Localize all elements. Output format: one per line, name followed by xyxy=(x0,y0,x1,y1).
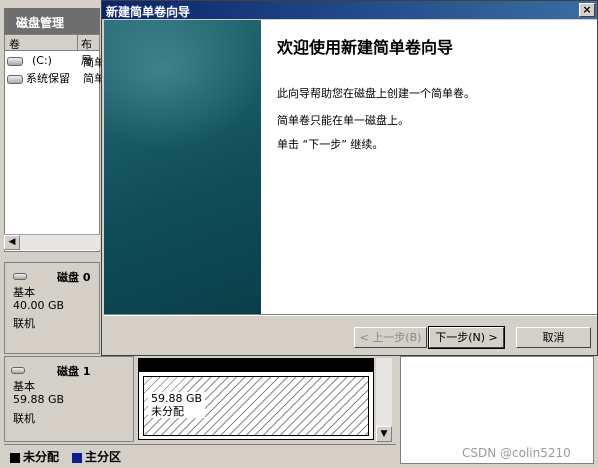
close-button[interactable]: × xyxy=(579,3,595,17)
watermark: CSDN @colin5210 xyxy=(462,446,571,460)
volume-list-header: 卷 布局 xyxy=(5,35,99,67)
legend-label: 主分区 xyxy=(85,450,122,464)
vertical-scrollbar[interactable]: ▼ xyxy=(376,358,392,442)
next-button[interactable]: 下一步(N) > xyxy=(428,326,505,349)
unallocated-size: 59.88 GB xyxy=(151,392,203,405)
disk-1-type: 基本 xyxy=(13,380,35,393)
legend-item-primary: 主分区 xyxy=(72,448,121,465)
wizard-heading: 欢迎使用新建简单卷向导 xyxy=(277,38,454,57)
disk-0-status: 联机 xyxy=(13,317,35,330)
unallocated-partition[interactable]: 59.88 GB 未分配 xyxy=(138,358,374,440)
horizontal-scrollbar[interactable]: ◀ xyxy=(4,234,100,250)
volume-list[interactable]: 卷 布局 (C:) 简单 系统保留 简单 xyxy=(4,34,105,252)
volume-name: 系统保留 xyxy=(26,72,70,85)
drive-icon xyxy=(7,74,23,84)
disk-1-status: 联机 xyxy=(13,412,35,425)
wizard-separator xyxy=(104,314,597,316)
scroll-down-arrow-icon[interactable]: ▼ xyxy=(376,426,392,442)
back-button[interactable]: < 上一步(B) xyxy=(354,327,427,348)
legend-label: 未分配 xyxy=(23,450,60,464)
disk-0-panel[interactable]: 磁盘 0 基本 40.00 GB 联机 xyxy=(4,262,100,354)
scroll-left-arrow-icon[interactable]: ◀ xyxy=(4,235,20,250)
disk-0-size: 40.00 GB xyxy=(13,299,65,312)
volume-row[interactable]: 系统保留 简单 xyxy=(7,70,105,86)
wizard-content: 欢迎使用新建简单卷向导 此向导帮助您在磁盘上创建一个简单卷。 简单卷只能在单一磁… xyxy=(261,20,597,314)
disk-icon xyxy=(11,367,25,374)
unallocated-header-bar xyxy=(139,359,373,372)
legend: 未分配 主分区 xyxy=(4,444,396,464)
unallocated-info: 59.88 GB 未分配 xyxy=(148,392,206,418)
wizard-title-bar[interactable]: 新建简单卷向导 xyxy=(102,1,597,19)
wizard-paragraph: 此向导帮助您在磁盘上创建一个简单卷。 xyxy=(277,87,475,100)
volume-row[interactable]: (C:) 简单 xyxy=(7,54,105,70)
new-simple-volume-wizard: 新建简单卷向导 × 欢迎使用新建简单卷向导 此向导帮助您在磁盘上创建一个简单卷。… xyxy=(101,0,598,356)
column-separator[interactable] xyxy=(77,35,78,51)
disk-0-name: 磁盘 0 xyxy=(57,271,91,284)
unallocated-label: 未分配 xyxy=(151,405,184,418)
wizard-paragraph: 单击 “下一步” 继续。 xyxy=(277,138,384,151)
legend-swatch xyxy=(10,452,20,463)
legend-item-unallocated: 未分配 xyxy=(10,448,59,465)
disk-icon xyxy=(13,273,27,280)
column-volume[interactable]: 卷 xyxy=(9,36,20,52)
legend-swatch xyxy=(72,452,82,463)
disk-management-title: 磁盘管理 xyxy=(4,8,100,34)
disk-1-panel[interactable]: 磁盘 1 基本 59.88 GB 联机 xyxy=(4,356,134,442)
disk-1-name: 磁盘 1 xyxy=(57,365,91,378)
cancel-button[interactable]: 取消 xyxy=(516,327,591,348)
banner-glow xyxy=(104,20,261,150)
wizard-title: 新建简单卷向导 xyxy=(106,5,191,19)
disk-0-type: 基本 xyxy=(13,286,35,299)
wizard-paragraph: 简单卷只能在单一磁盘上。 xyxy=(277,114,409,127)
disk-1-size: 59.88 GB xyxy=(13,393,65,406)
drive-icon xyxy=(7,56,23,66)
wizard-side-banner xyxy=(104,20,261,314)
unallocated-hatch: 59.88 GB 未分配 xyxy=(143,376,369,436)
volume-name: (C:) xyxy=(32,54,52,67)
